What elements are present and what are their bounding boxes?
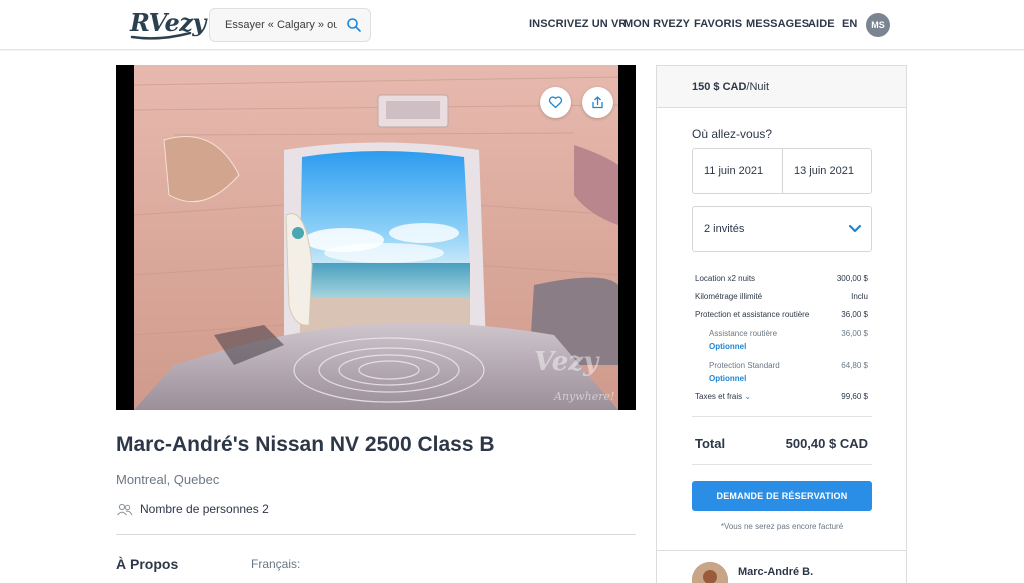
van-interior-image: Vezy Anywhere! [134, 65, 618, 410]
line-label: Location x2 nuits [695, 274, 756, 283]
taxes-value: 99,60 $ [841, 392, 868, 401]
listing-photo[interactable]: Vezy Anywhere! [116, 65, 636, 410]
sub-line-label: Protection Standard [709, 361, 780, 370]
line-value: Inclu [851, 292, 868, 301]
where-label: Où allez-vous? [692, 127, 773, 141]
total-value: 500,40 $ CAD [785, 436, 868, 451]
line-label: Kilométrage illimité [695, 292, 763, 301]
nav-help[interactable]: AIDE [808, 18, 835, 30]
price-header: 150 $ CAD/Nuit [657, 66, 906, 108]
nav-language[interactable]: EN [842, 18, 857, 30]
search-input[interactable]: Essayer « Calgary » ou « [225, 19, 337, 31]
search-icon[interactable] [346, 17, 362, 33]
taxes-label: Taxes et frais [695, 392, 743, 401]
search-box[interactable]: Essayer « Calgary » ou « [209, 8, 371, 42]
total-divider-bottom [692, 464, 872, 465]
favorite-button[interactable] [540, 87, 571, 118]
date-picker[interactable]: 11 juin 2021 13 juin 2021 [692, 148, 872, 194]
guests-select[interactable]: 2 invités [692, 206, 872, 252]
chevron-down-icon [848, 224, 862, 233]
section-divider [116, 534, 636, 535]
line-value: 300,00 $ [836, 274, 868, 283]
persons-count: Nombre de personnes 2 [140, 502, 269, 516]
heart-icon [548, 96, 563, 109]
sub-line-label: Assistance routière [709, 329, 778, 338]
total-divider [692, 416, 872, 417]
taxes-toggle[interactable]: Taxes et frais ⌄ [695, 392, 751, 401]
listing-title: Marc-André's Nissan NV 2500 Class B [116, 433, 495, 456]
host-name[interactable]: Marc-André B. [738, 566, 813, 578]
people-icon [117, 503, 133, 516]
about-heading: À Propos [116, 556, 179, 572]
booking-request-button[interactable]: DEMANDE DE RÉSERVATION [692, 481, 872, 511]
nav-messages[interactable]: MESSAGES [746, 18, 809, 30]
end-date[interactable]: 13 juin 2021 [783, 149, 872, 193]
user-avatar[interactable]: MS [866, 13, 890, 37]
language-label: Français: [251, 557, 301, 571]
booking-card: 150 $ CAD/Nuit Où allez-vous? 11 juin 20… [656, 65, 907, 583]
price-amount: 150 $ CAD [692, 81, 747, 93]
guests-value: 2 invités [704, 223, 745, 235]
top-header: RVezy Essayer « Calgary » ou « INSCRIVEZ… [0, 0, 1024, 50]
price-unit: /Nuit [746, 81, 770, 93]
billing-note: *Vous ne serez pas encore facturé [720, 522, 844, 531]
listing-location: Montreal, Quebec [116, 472, 220, 487]
nav-list-rv[interactable]: INSCRIVEZ UN VR [529, 18, 626, 30]
line-value: 36,00 $ [841, 310, 868, 319]
optional-link[interactable]: Optionnel [709, 374, 746, 383]
share-button[interactable] [582, 87, 613, 118]
rvezy-watermark-sub: Anywhere! [553, 390, 614, 403]
total-label: Total [695, 436, 726, 451]
optional-link[interactable]: Optionnel [709, 342, 746, 351]
nav-my-rvezy[interactable]: MON RVEZY [624, 18, 690, 30]
start-date[interactable]: 11 juin 2021 [693, 149, 782, 193]
sub-line-value: 64,80 $ [841, 361, 868, 370]
chevron-down-icon: ⌄ [744, 392, 752, 401]
logo-swoosh-icon [130, 32, 192, 40]
nightly-price: 150 $ CAD/Nuit [692, 81, 769, 93]
rvezy-watermark: Vezy [534, 347, 600, 377]
sub-line-value: 36,00 $ [841, 329, 868, 338]
host-divider [657, 550, 906, 551]
share-icon [592, 96, 603, 109]
nav-favorites[interactable]: FAVORIS [694, 18, 742, 30]
host-avatar[interactable] [692, 562, 728, 583]
